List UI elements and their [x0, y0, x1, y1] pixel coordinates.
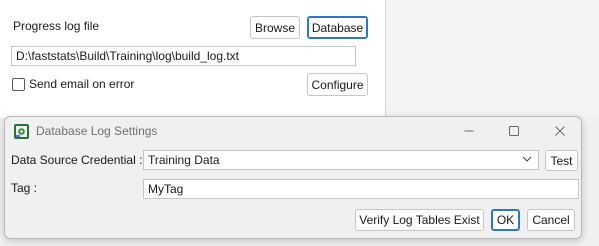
send-email-label: Send email on error — [29, 77, 135, 91]
progress-log-path-field[interactable]: D:\faststats\Build\Training\log\build_lo… — [11, 46, 356, 66]
database-button[interactable]: Database — [307, 16, 368, 39]
browse-button[interactable]: Browse — [250, 16, 300, 39]
verify-log-tables-button[interactable]: Verify Log Tables Exist — [355, 209, 484, 231]
maximize-icon — [509, 126, 519, 136]
progress-log-panel: Progress log file Browse Database D:\fas… — [0, 0, 386, 118]
progress-log-label: Progress log file — [13, 19, 100, 33]
send-email-checkbox[interactable] — [12, 78, 25, 91]
app-icon — [14, 124, 29, 139]
dialog-title: Database Log Settings — [36, 124, 158, 138]
credential-value: Training Data — [148, 153, 220, 167]
database-log-settings-dialog: Database Log Settings Data Source Creden… — [4, 116, 582, 239]
close-icon — [555, 126, 565, 136]
cancel-button[interactable]: Cancel — [527, 209, 575, 231]
ok-button[interactable]: OK — [491, 209, 520, 231]
close-button[interactable] — [548, 120, 572, 142]
minimize-button[interactable] — [457, 120, 481, 142]
background-area — [386, 0, 599, 118]
chevron-down-icon — [522, 156, 532, 162]
maximize-button[interactable] — [502, 120, 526, 142]
test-button[interactable]: Test — [545, 150, 578, 171]
tag-input[interactable]: MyTag — [143, 179, 579, 199]
minimize-icon — [464, 130, 474, 132]
credential-label: Data Source Credential : — [11, 153, 143, 167]
dialog-titlebar[interactable]: Database Log Settings — [5, 117, 581, 145]
tag-label: Tag : — [11, 181, 38, 195]
configure-button[interactable]: Configure — [307, 73, 368, 96]
credential-select[interactable]: Training Data — [143, 150, 539, 170]
